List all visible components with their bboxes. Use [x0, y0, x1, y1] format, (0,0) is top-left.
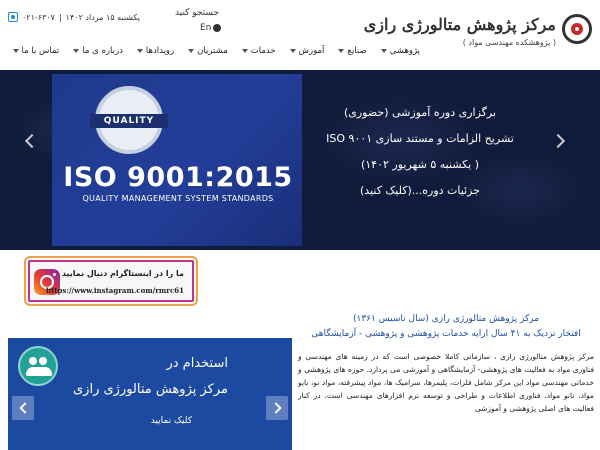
chevron-down-icon — [241, 49, 248, 53]
search-button[interactable]: جستجو کنید — [175, 8, 219, 18]
logo-subtitle: ( پژوهشکده مهندسی مواد ) — [462, 38, 556, 47]
slider-prev-button[interactable] — [24, 132, 38, 152]
instagram-banner[interactable]: ما را در اینستاگرام دنبال نمایید https:/… — [26, 258, 196, 304]
nav-item-contact[interactable]: تماس با ما — [12, 44, 60, 58]
nav-item-events[interactable]: رویدادها — [136, 44, 175, 58]
about-section: مرکز پژوهش متالورژی رازی (سال تاسیس ۱۳۶۱… — [298, 314, 594, 415]
job-banner-line2: مرکز پژوهش متالورژی رازی — [73, 382, 228, 397]
instagram-title: ما را در اینستاگرام دنبال نمایید — [61, 269, 184, 278]
nav-item-research[interactable]: پژوهشی — [380, 44, 420, 58]
hero-details-link[interactable]: جزئیات دوره...(کلیک کنید) — [310, 182, 530, 200]
contact-bar: یکشنبه ۱۵ مرداد ۱۴۰۲ | ۰۲۱-۶۳۰۷ — [8, 10, 140, 24]
nav-label: آموزش — [298, 46, 325, 56]
instagram-url[interactable]: https://www.instagram.com/rmrc61 — [46, 286, 184, 295]
date-separator: | — [58, 12, 62, 22]
nav-label: تماس با ما — [21, 46, 60, 56]
about-body: مرکز پژوهش متالورژی رازی ، سازمانی کاملا… — [298, 352, 594, 413]
about-subtitle: افتخار نزدیک به ۴۱ سال ارایه خدمات پژوهش… — [311, 329, 581, 339]
chevron-down-icon — [380, 49, 387, 53]
phone-icon — [8, 12, 18, 22]
language-switch[interactable]: En — [200, 23, 222, 33]
search-label: جستجو کنید — [175, 8, 220, 18]
nav-item-about[interactable]: درباره ی ما — [73, 44, 123, 58]
nav-item-customers[interactable]: مشتریان — [188, 44, 228, 58]
main-nav: پژوهشی صنایع آموزش خدمات مشتریان رویداده… — [12, 44, 420, 58]
chevron-down-icon — [136, 49, 143, 53]
slider-next-button[interactable] — [550, 132, 564, 152]
site-header: مرکز پژوهش متالورژی رازی ( پژوهشکده مهند… — [0, 0, 600, 70]
nav-label: رویدادها — [145, 46, 175, 56]
job-slider-prev-button[interactable] — [12, 396, 34, 420]
nav-label: صنایع — [347, 46, 367, 56]
job-banner-cta[interactable]: کلیک نمایید — [151, 416, 192, 426]
chevron-down-icon — [289, 49, 296, 53]
globe-icon — [213, 24, 222, 32]
site-logo[interactable]: مرکز پژوهش متالورژی رازی ( پژوهشکده مهند… — [364, 6, 592, 58]
hero-line-topic: تشریح الزامات و مستند سازی ISO ۹۰۰۱ — [326, 132, 514, 145]
hero-slider[interactable]: QUALITY ISO 9001:2015 QUALITY MANAGEMENT… — [0, 70, 600, 250]
iso-subtitle: QUALITY MANAGEMENT SYSTEM STANDARDS — [82, 194, 274, 203]
job-slider-next-button[interactable] — [266, 396, 288, 420]
nav-label: مشتریان — [197, 46, 228, 56]
job-banner-line1: استخدام در — [166, 356, 228, 371]
chevron-down-icon — [12, 49, 19, 53]
current-date: یکشنبه ۱۵ مرداد ۱۴۰۲ — [65, 12, 141, 22]
phone-number[interactable]: ۰۲۱-۶۳۰۷ — [22, 13, 55, 22]
chevron-down-icon — [188, 49, 195, 53]
logo-title: مرکز پژوهش متالورژی رازی — [363, 15, 556, 34]
logo-mark-icon — [562, 14, 592, 44]
job-banner[interactable]: استخدام در مرکز پژوهش متالورژی رازی کلیک… — [8, 338, 292, 450]
chevron-down-icon — [73, 49, 80, 53]
iso-title: ISO 9001:2015 — [63, 162, 293, 193]
iso-banner-image — [52, 74, 302, 246]
hero-caption: برگزاری دوره آموزشی (حضوری) تشریح الزاما… — [310, 104, 530, 208]
nav-label: خدمات — [250, 46, 276, 56]
hero-line-date: ( یکشنبه ۵ شهریور ۱۴۰۲) — [360, 158, 480, 171]
hero-line-course: برگزاری دوره آموزشی (حضوری) — [343, 106, 497, 119]
nav-item-industries[interactable]: صنایع — [338, 44, 367, 58]
quality-badge-text: QUALITY — [90, 114, 168, 128]
nav-item-education[interactable]: آموزش — [289, 44, 325, 58]
about-title: مرکز پژوهش متالورژی رازی (سال تاسیس ۱۳۶۱… — [352, 314, 540, 324]
people-icon — [18, 346, 58, 386]
language-label: En — [200, 23, 212, 33]
chevron-down-icon — [338, 49, 345, 53]
nav-label: پژوهشی — [389, 46, 420, 56]
nav-item-services[interactable]: خدمات — [241, 44, 276, 58]
nav-label: درباره ی ما — [82, 46, 123, 56]
